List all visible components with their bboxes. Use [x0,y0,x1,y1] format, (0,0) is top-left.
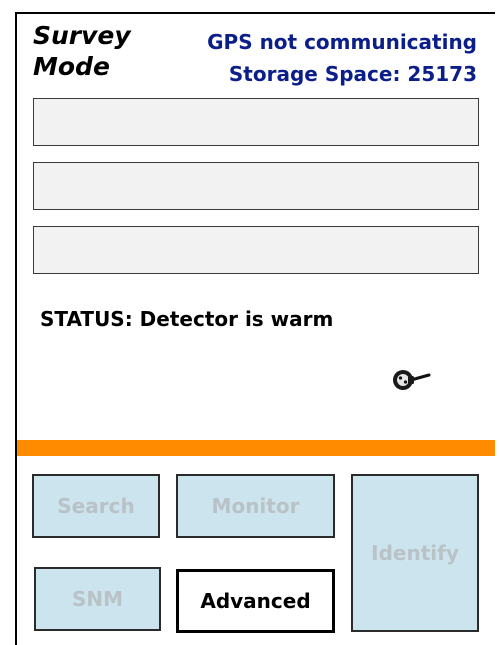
mode-title-line-2: Mode [33,52,110,81]
search-button[interactable]: Search [32,474,160,538]
mode-title-line-1: Survey [33,21,131,50]
section-divider [17,440,495,456]
identify-button[interactable]: Identify [351,474,479,632]
power-plug-icon [387,364,431,396]
snm-button[interactable]: SNM [34,567,161,631]
readout-field-2 [33,162,479,210]
mode-title: Survey Mode [33,20,131,82]
detector-status: STATUS: Detector is warm [40,307,334,331]
advanced-button[interactable]: Advanced [176,569,335,633]
readout-field-1 [33,98,479,146]
monitor-button[interactable]: Monitor [176,474,335,538]
readout-field-3 [33,226,479,274]
storage-space-text: Storage Space: 25173 [228,62,477,86]
gps-status-text: GPS not communicating [207,30,477,54]
